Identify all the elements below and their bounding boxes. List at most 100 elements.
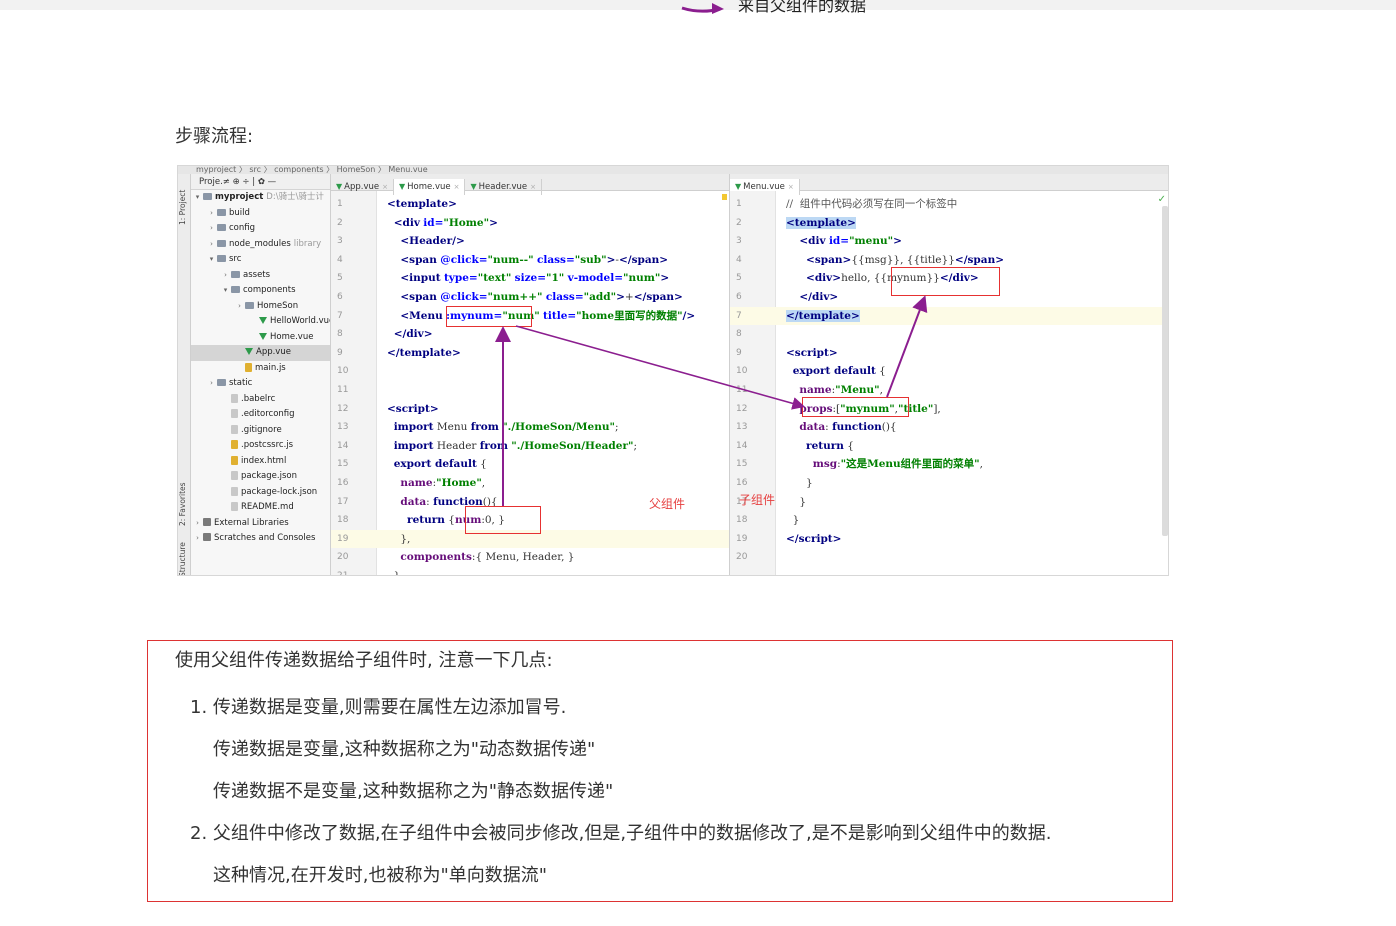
tree-item[interactable]: main.js (191, 361, 330, 377)
file-icon (231, 409, 238, 418)
line-number: 13 (337, 422, 349, 433)
tree-item[interactable]: › External Libraries (191, 516, 330, 532)
notes-title: 使用父组件传递数据给子组件时, 注意一下几点: (175, 650, 553, 671)
folder-icon (231, 270, 240, 278)
code-line[interactable]: 10 export default { (730, 362, 1168, 381)
code-text: </template> (786, 309, 860, 322)
code-line[interactable]: 20 (730, 548, 1168, 567)
code-line[interactable]: 18 } (730, 511, 1168, 530)
tree-item-label: HomeSon (257, 300, 299, 311)
code-line[interactable]: 7 </template> (730, 306, 1168, 326)
highlight-props (802, 397, 909, 417)
code-line[interactable]: 8 </div> (331, 325, 729, 344)
code-line[interactable]: 8 (730, 325, 1168, 344)
side-label-structure[interactable]: Structure (178, 540, 191, 575)
code-line[interactable]: 20 components:{ Menu, Header, } (331, 548, 729, 567)
tree-item[interactable]: .editorconfig (191, 407, 330, 423)
code-text: <template> (786, 216, 856, 229)
tree-item[interactable]: › Scratches and Consoles (191, 531, 330, 547)
code-line[interactable]: 5 <input type="text" size="1" v-model="n… (331, 269, 729, 288)
code-line[interactable]: 15 export default { (331, 455, 729, 474)
code-line[interactable]: 3 <Header/> (331, 232, 729, 251)
line-number: 13 (736, 422, 748, 433)
chevron-right-icon[interactable]: › (207, 221, 216, 237)
line-number: 14 (337, 440, 349, 451)
tab-home-vue[interactable]: ▼ Home.vue × (394, 179, 466, 195)
line-number: 16 (736, 477, 748, 488)
code-line[interactable]: 3 <div id="menu"> (730, 232, 1168, 251)
code-area-menu[interactable]: 1 // 组件中代码必须写在同一个标签中 2 <template> 3 <div id=… (730, 195, 1168, 567)
code-line[interactable]: 13 import Menu from "./HomeSon/Menu"; (331, 418, 729, 437)
code-line[interactable]: 2 <template> (730, 214, 1168, 233)
code-line[interactable]: 13 data: function(){ (730, 418, 1168, 437)
code-line[interactable]: 14 return { (730, 437, 1168, 456)
tree-item-label: Scratches and Consoles (214, 533, 316, 543)
code-line[interactable]: 4 <span @click="num--" class="sub">-</sp… (331, 251, 729, 270)
code-line[interactable]: 14 import Header from "./HomeSon/Header"… (331, 437, 729, 456)
line-number: 1 (736, 199, 742, 209)
code-text: } (786, 514, 800, 527)
js-icon (231, 440, 238, 449)
code-line[interactable]: 9 <script> (730, 344, 1168, 363)
tree-item[interactable]: › static (191, 376, 330, 392)
code-text: } (786, 495, 807, 508)
chevron-right-icon[interactable]: › (221, 268, 230, 284)
tree-item[interactable]: ▾ components (191, 283, 330, 299)
tree-item[interactable]: ▾ myproject D:\骑士\骑士计 (191, 190, 330, 206)
chevron-right-icon[interactable]: › (193, 531, 202, 547)
code-line[interactable]: 11 (331, 381, 729, 400)
tree-item[interactable]: › build (191, 206, 330, 222)
line-number: 6 (337, 291, 343, 302)
code-line[interactable]: 16 name:"Home", (331, 474, 729, 493)
chevron-down-icon[interactable]: ▾ (221, 283, 230, 299)
tree-item[interactable]: package-lock.json (191, 485, 330, 501)
project-toolbar[interactable]: Proje.≠ ⊕ ÷ | ✿ — (191, 174, 330, 190)
chevron-right-icon[interactable]: › (207, 206, 216, 222)
tab-header-vue[interactable]: ▼ Header.vue × (465, 179, 543, 195)
tree-item[interactable]: index.html (191, 454, 330, 470)
code-line[interactable]: 12 props:["mynum","title"], (730, 400, 1168, 419)
tree-item[interactable]: › HomeSon (191, 299, 330, 315)
side-label-project[interactable]: 1: Project (178, 182, 191, 232)
code-line[interactable]: 15 msg:"这是Menu组件里面的菜单", (730, 455, 1168, 474)
code-line[interactable]: 9 </template> (331, 344, 729, 363)
chevron-right-icon[interactable]: › (193, 516, 202, 532)
tree-item[interactable]: package.json (191, 469, 330, 485)
tree-item[interactable]: README.md (191, 500, 330, 516)
code-text: <template> (387, 198, 457, 210)
code-line[interactable]: 19 </script> (730, 530, 1168, 549)
code-text: <Header/> (400, 235, 465, 248)
tree-item[interactable]: › config (191, 221, 330, 237)
code-line[interactable]: 6 <span @click="num++" class="add">+</sp… (331, 288, 729, 307)
tree-item[interactable]: › node_modules library (191, 237, 330, 253)
editor-tabs-right: ▼ Menu.vue × (730, 174, 1168, 195)
chevron-right-icon[interactable]: › (207, 376, 216, 392)
chevron-right-icon[interactable]: › (207, 237, 216, 253)
tree-item[interactable]: .gitignore (191, 423, 330, 439)
code-line[interactable]: 10 (331, 362, 729, 381)
chevron-down-icon[interactable]: ▾ (207, 252, 216, 268)
line-number: 7 (337, 310, 343, 321)
steps-title: 步骤流程: (175, 126, 254, 147)
tree-item[interactable]: › assets (191, 268, 330, 284)
code-line[interactable]: 2 <div id="Home"> (331, 214, 729, 233)
chevron-right-icon[interactable]: › (235, 299, 244, 315)
tree-item[interactable]: Home.vue (191, 330, 330, 346)
tree-item[interactable]: .babelrc (191, 392, 330, 408)
tree-item[interactable]: HelloWorld.vue (191, 314, 330, 330)
tree-item[interactable]: App.vue (191, 345, 330, 361)
chevron-down-icon[interactable]: ▾ (193, 190, 202, 206)
code-line[interactable]: 21 } (331, 567, 729, 575)
note-item-2: 2. 父组件中修改了数据,在子组件中会被同步修改,但是,子组件中的数据修改了,是… (190, 823, 1052, 844)
side-label-favorites[interactable]: 2: Favorites (178, 474, 191, 534)
code-line[interactable]: 12 <script> (331, 400, 729, 419)
code-line[interactable]: 1 <template> (331, 195, 729, 214)
tree-item[interactable]: .postcssrc.js (191, 438, 330, 454)
code-line[interactable]: 17 } (730, 493, 1168, 512)
scrollbar[interactable] (1162, 206, 1168, 536)
code-line[interactable]: 16 } (730, 474, 1168, 493)
code-text: </script> (786, 532, 842, 545)
code-line[interactable]: 1 // 组件中代码必须写在同一个标签中 (730, 195, 1168, 214)
tree-item[interactable]: ▾ src (191, 252, 330, 268)
code-line[interactable]: 11 name:"Menu", (730, 381, 1168, 400)
